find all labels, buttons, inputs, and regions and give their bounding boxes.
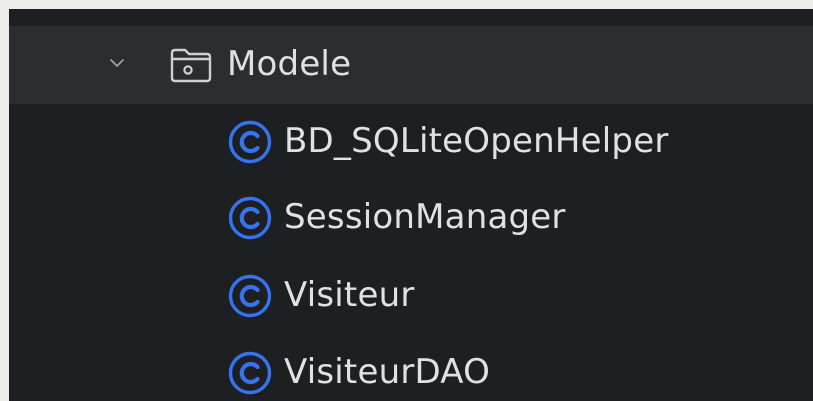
folder-label: Modele (227, 44, 352, 85)
tree-item-class[interactable]: SessionManager (9, 180, 813, 256)
class-icon (228, 351, 272, 395)
tree-item-class[interactable]: VisiteurDAO (9, 335, 813, 401)
class-icon (228, 196, 272, 240)
class-label: Visiteur (284, 275, 415, 316)
class-icon (228, 120, 272, 164)
class-label: BD_SQLiteOpenHelper (284, 121, 669, 162)
chevron-down-icon[interactable] (109, 55, 125, 71)
tree-item-class[interactable]: Visiteur (9, 258, 813, 334)
tree-item-class[interactable]: BD_SQLiteOpenHelper (9, 104, 813, 180)
class-label: VisiteurDAO (284, 352, 491, 393)
tree-folder-modele[interactable]: Modele (9, 26, 813, 104)
class-label: SessionManager (284, 197, 566, 238)
project-tree-panel: Modele BD_SQLiteOpenHelper SessionManage… (9, 9, 813, 401)
class-icon (228, 274, 272, 318)
folder-icon (170, 48, 212, 83)
